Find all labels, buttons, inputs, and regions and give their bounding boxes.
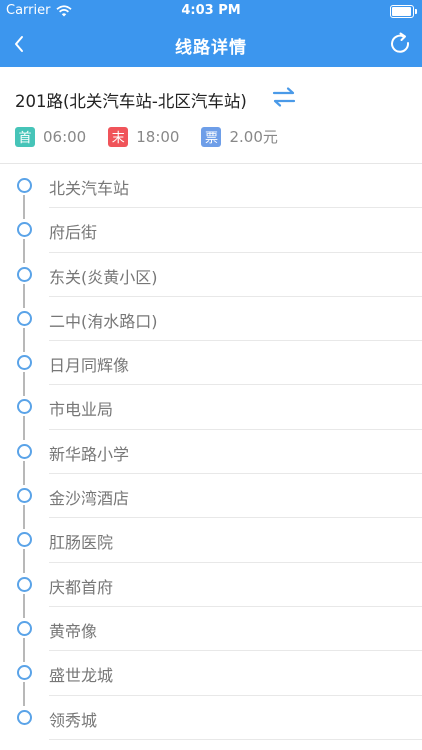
stop-node-icon [17, 310, 32, 326]
stop-node-icon [17, 576, 32, 592]
stop-node-icon [17, 222, 32, 238]
stop-name: 日月同辉像 [49, 356, 130, 376]
fare-tag: 票 [201, 126, 222, 147]
stop-item[interactable]: 庆都首府 [0, 563, 422, 618]
stop-item[interactable]: 肛肠医院 [0, 518, 422, 574]
battery-icon [390, 5, 417, 18]
stop-node-icon [17, 665, 32, 681]
stop-item[interactable]: 北关汽车站 [0, 164, 422, 219]
stop-item[interactable]: 领秀城 [0, 696, 422, 740]
stop-name: 肛肠医院 [49, 533, 114, 553]
last-tag: 末 [108, 126, 129, 147]
stop-item[interactable]: 市电业局 [0, 385, 422, 441]
stop-node-icon [17, 443, 32, 459]
stop-item[interactable]: 金沙湾酒店 [0, 474, 422, 530]
stop-name: 领秀城 [49, 710, 98, 730]
stop-item[interactable]: 二中(洧水路口) [0, 297, 422, 352]
stop-node-icon [17, 532, 32, 548]
stop-node-icon [17, 178, 32, 193]
nav-bar: 线路详情 [0, 22, 422, 67]
stop-name: 市电业局 [49, 400, 114, 420]
stop-node-icon [17, 266, 32, 282]
status-time: 4:03 PM [181, 3, 241, 18]
stop-name: 盛世龙城 [49, 666, 114, 686]
route-header: 201路(北关汽车站-北区汽车站) [0, 67, 422, 127]
stop-item[interactable]: 府后街 [0, 208, 422, 264]
row-separator [49, 738, 422, 740]
schedule-row: 首 06:00 末 18:00 票 2.00元 [15, 126, 300, 147]
fare-value: 2.00元 [229, 128, 278, 146]
last-time: 18:00 [136, 127, 180, 146]
stop-item[interactable]: 新华路小学 [0, 430, 422, 485]
route-name: 201路(北关汽车站-北区汽车站) [15, 92, 247, 111]
status-bar: Carrier 4:03 PM [0, 0, 422, 22]
first-time: 06:00 [43, 127, 87, 146]
stop-node-icon [17, 399, 32, 415]
stop-item[interactable]: 日月同辉像 [0, 341, 422, 397]
refresh-icon[interactable] [388, 31, 412, 55]
page-title: 线路详情 [175, 38, 247, 58]
last-bus: 末 18:00 [108, 126, 180, 147]
stop-name: 新华路小学 [49, 444, 130, 464]
stop-list: 北关汽车站府后街东关(炎黄小区) 二中(洧水路口) 日月同辉像市电业局新华路小学金沙… [0, 164, 422, 740]
stop-node-icon [17, 620, 32, 636]
stop-name: 北关汽车站 [49, 179, 130, 198]
stop-item[interactable]: 盛世龙城 [0, 651, 422, 707]
first-bus: 首 06:00 [15, 126, 87, 147]
header: Carrier 4:03 PM 线路详情 [0, 0, 422, 67]
swap-direction-icon[interactable] [272, 86, 296, 108]
stop-name: 庆都首府 [49, 577, 114, 597]
stop-node-icon [17, 355, 32, 371]
fare: 票 2.00元 [201, 126, 278, 147]
battery-fill [392, 7, 411, 16]
stop-name: 二中(洧水路口) [49, 311, 158, 331]
stop-name: 东关(炎黄小区) [49, 267, 158, 287]
stop-item[interactable]: 东关(炎黄小区) [0, 253, 422, 308]
stop-name: 金沙湾酒店 [49, 489, 130, 509]
stop-name: 黄帝像 [49, 621, 98, 641]
stop-item[interactable]: 黄帝像 [0, 607, 422, 662]
stop-name: 府后街 [49, 223, 98, 243]
stop-node-icon [17, 488, 32, 504]
stop-node-icon [17, 709, 32, 725]
first-tag: 首 [15, 126, 35, 147]
